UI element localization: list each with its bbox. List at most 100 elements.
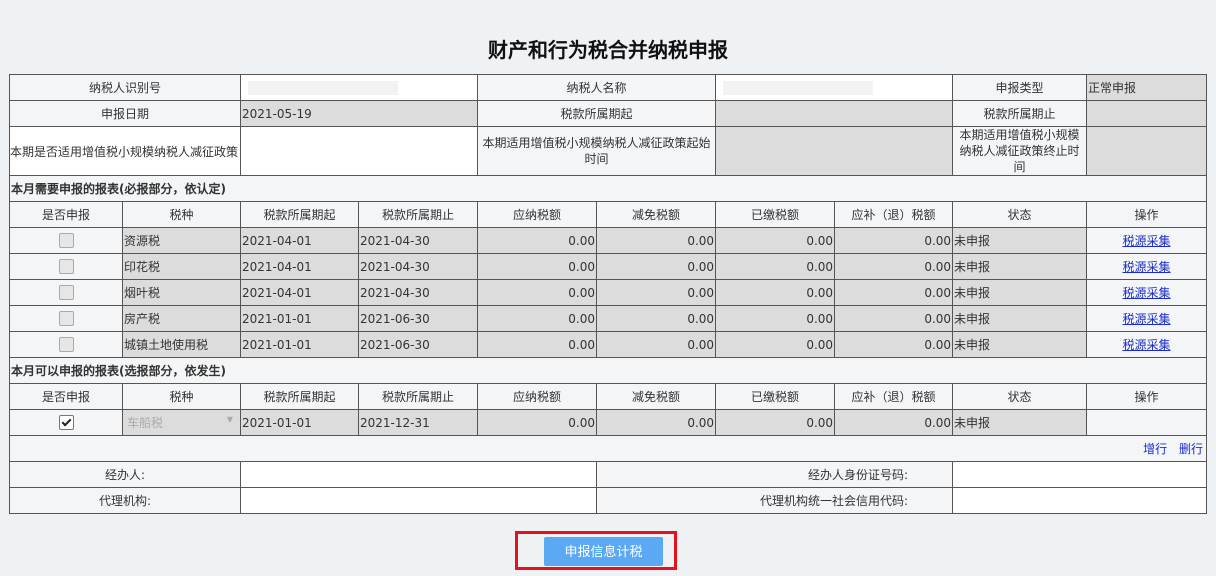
payable-amount: 0.00 bbox=[477, 279, 598, 306]
declare-checkbox[interactable] bbox=[58, 337, 74, 352]
payable-amount: 0.00 bbox=[477, 253, 598, 280]
add-row-link[interactable]: 增行 bbox=[1143, 442, 1167, 456]
col-header: 操作 bbox=[1086, 201, 1208, 228]
tax-source-link[interactable]: 税源采集 bbox=[1123, 286, 1171, 300]
relief-amount: 0.00 bbox=[596, 253, 717, 280]
col-header: 税款所属期起 bbox=[240, 201, 360, 228]
col-header: 减免税额 bbox=[596, 201, 717, 228]
agency-field[interactable] bbox=[240, 487, 598, 514]
agent-label: 经办人: bbox=[8, 461, 242, 488]
policy-end-value bbox=[1086, 126, 1208, 176]
submit-calculate-button[interactable]: 申报信息计税 bbox=[544, 537, 663, 566]
agency-label: 代理机构: bbox=[8, 487, 242, 514]
paid-amount: 0.00 bbox=[715, 305, 836, 332]
agent-field[interactable] bbox=[240, 461, 598, 488]
declare-checkbox[interactable] bbox=[58, 259, 74, 274]
page-title: 财产和行为税合并纳税申报 bbox=[488, 38, 728, 62]
due-amount: 0.00 bbox=[834, 279, 954, 306]
optional-section-title: 本月可以申报的报表(选报部分，依发生) bbox=[8, 357, 1208, 384]
relief-amount: 0.00 bbox=[596, 305, 717, 332]
tax-type-select[interactable]: 车船税 bbox=[124, 414, 237, 431]
status: 未申报 bbox=[952, 331, 1088, 358]
col-header: 税款所属期止 bbox=[358, 383, 479, 410]
agency-credit-label: 代理机构统一社会信用代码: bbox=[596, 487, 954, 514]
optional-header-row: 是否申报 税种 税款所属期起 税款所属期止 应纳税额 减免税额 已缴税额 应补（… bbox=[9, 383, 1208, 410]
paid-amount: 0.00 bbox=[715, 331, 836, 358]
declare-checkbox[interactable] bbox=[58, 233, 74, 248]
status: 未申报 bbox=[952, 409, 1088, 436]
payable-amount: 0.00 bbox=[477, 409, 598, 436]
col-header: 应补（退）税额 bbox=[834, 383, 954, 410]
period-start: 2021-01-01 bbox=[240, 409, 360, 436]
period-end: 2021-12-31 bbox=[358, 409, 479, 436]
table-row: 烟叶税 2021-04-01 2021-04-30 0.00 0.00 0.00… bbox=[9, 279, 1208, 306]
col-header: 税款所属期起 bbox=[240, 383, 360, 410]
declare-checkbox[interactable] bbox=[58, 285, 74, 300]
policy-label: 本期是否适用增值税小规模纳税人减征政策 bbox=[10, 144, 239, 159]
period-end-label: 税款所属期止 bbox=[952, 100, 1088, 127]
tax-type: 资源税 bbox=[121, 227, 242, 254]
due-amount: 0.00 bbox=[834, 331, 954, 358]
col-header: 税种 bbox=[121, 201, 242, 228]
declare-type-value: 正常申报 bbox=[1086, 74, 1208, 101]
delete-row-link[interactable]: 删行 bbox=[1179, 442, 1203, 456]
policy-end-label: 本期适用增值税小规模纳税人减征政策终止时间 bbox=[952, 126, 1088, 176]
period-start: 2021-04-01 bbox=[240, 253, 360, 280]
col-header: 已缴税额 bbox=[715, 201, 836, 228]
tax-type: 烟叶税 bbox=[121, 279, 242, 306]
period-start: 2021-04-01 bbox=[240, 279, 360, 306]
declare-type-label: 申报类型 bbox=[952, 74, 1088, 101]
tax-type: 城镇土地使用税 bbox=[121, 331, 242, 358]
policy-start-value bbox=[715, 126, 954, 176]
declare-checkbox-checked[interactable] bbox=[58, 415, 74, 430]
period-end: 2021-04-30 bbox=[358, 227, 479, 254]
taxpayer-id-value bbox=[240, 74, 479, 101]
period-end: 2021-06-30 bbox=[358, 305, 479, 332]
col-header: 应补（退）税额 bbox=[834, 201, 954, 228]
relief-amount: 0.00 bbox=[596, 279, 717, 306]
taxpayer-name-value bbox=[715, 74, 954, 101]
required-header-row: 是否申报 税种 税款所属期起 税款所属期止 应纳税额 减免税额 已缴税额 应补（… bbox=[9, 201, 1208, 228]
required-section-title: 本月需要申报的报表(必报部分，依认定) bbox=[8, 175, 1208, 202]
status: 未申报 bbox=[952, 253, 1088, 280]
table-row: 资源税 2021-04-01 2021-04-30 0.00 0.00 0.00… bbox=[9, 227, 1208, 254]
status: 未申报 bbox=[952, 279, 1088, 306]
agent-id-field[interactable] bbox=[952, 461, 1208, 488]
due-amount: 0.00 bbox=[834, 253, 954, 280]
declare-date-value: 2021-05-19 bbox=[240, 100, 479, 127]
tax-source-link[interactable]: 税源采集 bbox=[1123, 312, 1171, 326]
policy-start-label: 本期适用增值税小规模纳税人减征政策起始时间 bbox=[477, 126, 717, 176]
due-amount: 0.00 bbox=[834, 227, 954, 254]
col-header: 状态 bbox=[952, 383, 1088, 410]
taxpayer-name-label: 纳税人名称 bbox=[477, 74, 717, 101]
paid-amount: 0.00 bbox=[715, 409, 836, 436]
table-row: 车船税 2021-01-01 2021-12-31 0.00 0.00 0.00… bbox=[9, 409, 1208, 436]
paid-amount: 0.00 bbox=[715, 279, 836, 306]
period-end: 2021-04-30 bbox=[358, 253, 479, 280]
table-row: 房产税 2021-01-01 2021-06-30 0.00 0.00 0.00… bbox=[9, 305, 1208, 332]
payable-amount: 0.00 bbox=[477, 227, 598, 254]
declare-date-label: 申报日期 bbox=[8, 100, 242, 127]
table-row: 城镇土地使用税 2021-01-01 2021-06-30 0.00 0.00 … bbox=[9, 331, 1208, 358]
col-header: 状态 bbox=[952, 201, 1088, 228]
declare-checkbox[interactable] bbox=[58, 311, 74, 326]
payable-amount: 0.00 bbox=[477, 331, 598, 358]
table-row: 印花税 2021-04-01 2021-04-30 0.00 0.00 0.00… bbox=[9, 253, 1208, 280]
col-header: 税款所属期止 bbox=[358, 201, 479, 228]
period-start: 2021-01-01 bbox=[240, 305, 360, 332]
agency-credit-field[interactable] bbox=[952, 487, 1208, 514]
period-start-value bbox=[715, 100, 954, 127]
declaration-table: 纳税人识别号 纳税人名称 申报类型 正常申报 申报日期 2021-05-19 税… bbox=[8, 74, 1208, 514]
tax-source-link[interactable]: 税源采集 bbox=[1123, 338, 1171, 352]
period-start: 2021-01-01 bbox=[240, 331, 360, 358]
col-header: 是否申报 bbox=[9, 201, 123, 228]
due-amount: 0.00 bbox=[834, 305, 954, 332]
period-end-value bbox=[1086, 100, 1208, 127]
policy-question: 本期是否适用增值税小规模纳税人减征政策 是 否 bbox=[8, 126, 242, 176]
col-header: 应纳税额 bbox=[477, 201, 598, 228]
col-header: 应纳税额 bbox=[477, 383, 598, 410]
period-start-label: 税款所属期起 bbox=[477, 100, 717, 127]
tax-source-link[interactable]: 税源采集 bbox=[1123, 260, 1171, 274]
tax-source-link[interactable]: 税源采集 bbox=[1123, 234, 1171, 248]
due-amount: 0.00 bbox=[834, 409, 954, 436]
